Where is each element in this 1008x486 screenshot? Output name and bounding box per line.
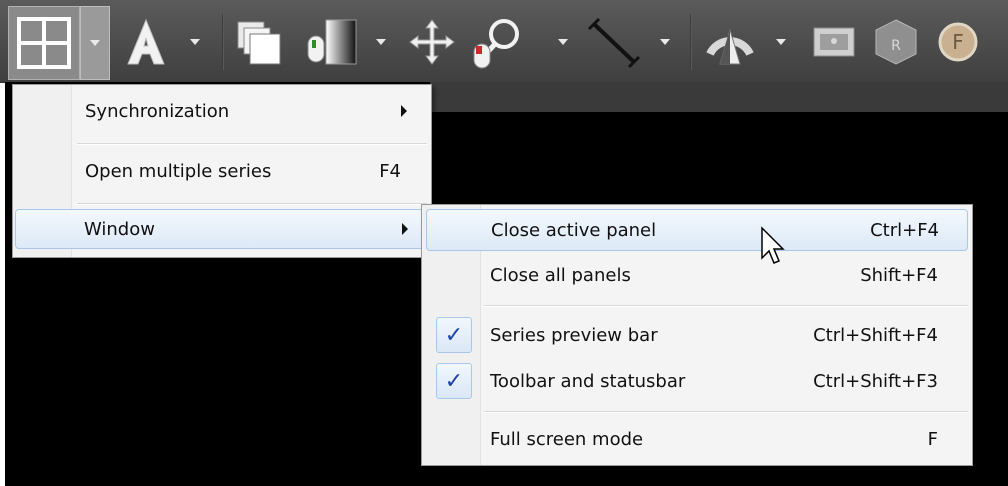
measure-dropdown-button[interactable]: [656, 14, 674, 70]
toolbar-separator: [690, 14, 692, 70]
menu-separator: [77, 203, 427, 205]
chevron-down-icon: [90, 40, 100, 46]
menu-item-shortcut: Ctrl+Shift+F3: [813, 370, 938, 392]
series-button[interactable]: [232, 14, 288, 70]
mpr-icon: R: [875, 19, 917, 65]
menu-item-toolbar-and-statusbar[interactable]: ✓ Toolbar and statusbar Ctrl+Shift+F3: [426, 361, 966, 401]
layout-grid-button[interactable]: [8, 6, 80, 80]
check-icon: ✓: [436, 317, 472, 353]
menu-separator: [484, 411, 968, 413]
panel-header-bar: [430, 82, 1008, 112]
menu-item-shortcut: Ctrl+Shift+F4: [813, 324, 938, 346]
3d-view-dropdown-button[interactable]: [772, 14, 790, 70]
menu-item-label: Close active panel: [491, 219, 657, 241]
menu-item-label: Series preview bar: [490, 324, 658, 346]
window-submenu: Close active panel Ctrl+F4 Close all pan…: [421, 204, 973, 466]
grid-icon: [17, 17, 71, 69]
mpr-button[interactable]: R: [868, 14, 924, 70]
fusion-f-icon: F: [938, 22, 978, 62]
mouse-contrast-icon: [307, 19, 357, 65]
submenu-arrow-icon: [401, 105, 407, 117]
main-toolbar: R F: [0, 0, 1008, 83]
3d-volume-icon: [706, 28, 754, 65]
zoom-button[interactable]: [470, 14, 526, 70]
menu-item-window[interactable]: Window: [15, 209, 429, 249]
menu-item-label: Full screen mode: [490, 428, 644, 450]
measure-button[interactable]: [586, 14, 642, 70]
svg-text:F: F: [952, 30, 964, 54]
menu-item-shortcut: F4: [379, 160, 401, 182]
menu-item-open-multiple-series[interactable]: Open multiple series F4: [17, 151, 427, 191]
menu-item-full-screen-mode[interactable]: Full screen mode F: [426, 419, 966, 459]
stacked-images-icon: [237, 21, 281, 65]
menu-item-shortcut: Shift+F4: [860, 264, 938, 286]
line-measure-icon: [587, 17, 641, 69]
check-icon: ✓: [436, 363, 472, 399]
annotation-button[interactable]: [118, 14, 174, 70]
layout-menu: Synchronization Open multiple series F4 …: [12, 84, 432, 258]
menu-item-series-preview-bar[interactable]: ✓ Series preview bar Ctrl+Shift+F4: [426, 315, 966, 355]
3d-view-button[interactable]: [702, 14, 758, 70]
svg-text:R: R: [891, 38, 901, 54]
chevron-down-icon: [660, 39, 670, 45]
menu-item-label: Window: [84, 218, 155, 240]
letter-a-icon: [127, 18, 165, 65]
chevron-down-icon: [776, 39, 786, 45]
cine-button[interactable]: [806, 14, 862, 70]
layout-dropdown-button[interactable]: [80, 6, 110, 80]
menu-item-label: Toolbar and statusbar: [490, 370, 686, 392]
chevron-down-icon: [558, 39, 568, 45]
menu-item-shortcut: Ctrl+F4: [870, 219, 939, 241]
menu-item-label: Synchronization: [85, 100, 230, 122]
window-level-button[interactable]: [304, 14, 360, 70]
zoom-dropdown-button[interactable]: [554, 14, 572, 70]
menu-item-close-active-panel[interactable]: Close active panel Ctrl+F4: [426, 209, 968, 251]
annotation-dropdown-button[interactable]: [186, 14, 204, 70]
menu-item-label: Open multiple series: [85, 160, 272, 182]
chevron-down-icon: [190, 39, 200, 45]
menu-item-shortcut: F: [927, 428, 938, 450]
menu-item-label: Close all panels: [490, 264, 631, 286]
fusion-button[interactable]: F: [930, 14, 986, 70]
toolbar-separator: [222, 14, 224, 70]
menu-separator: [77, 143, 427, 145]
menu-item-synchronization[interactable]: Synchronization: [17, 91, 427, 131]
pan-button[interactable]: [404, 14, 460, 70]
menu-item-close-all-panels[interactable]: Close all panels Shift+F4: [426, 255, 966, 295]
chevron-down-icon: [376, 39, 386, 45]
menu-separator: [484, 305, 968, 307]
mouse-cursor-icon: [761, 226, 785, 264]
magnifier-mouse-icon: [473, 19, 519, 69]
film-icon: [813, 27, 855, 57]
window-level-dropdown-button[interactable]: [372, 14, 390, 70]
submenu-arrow-icon: [402, 223, 408, 235]
move-arrows-icon: [409, 19, 455, 65]
